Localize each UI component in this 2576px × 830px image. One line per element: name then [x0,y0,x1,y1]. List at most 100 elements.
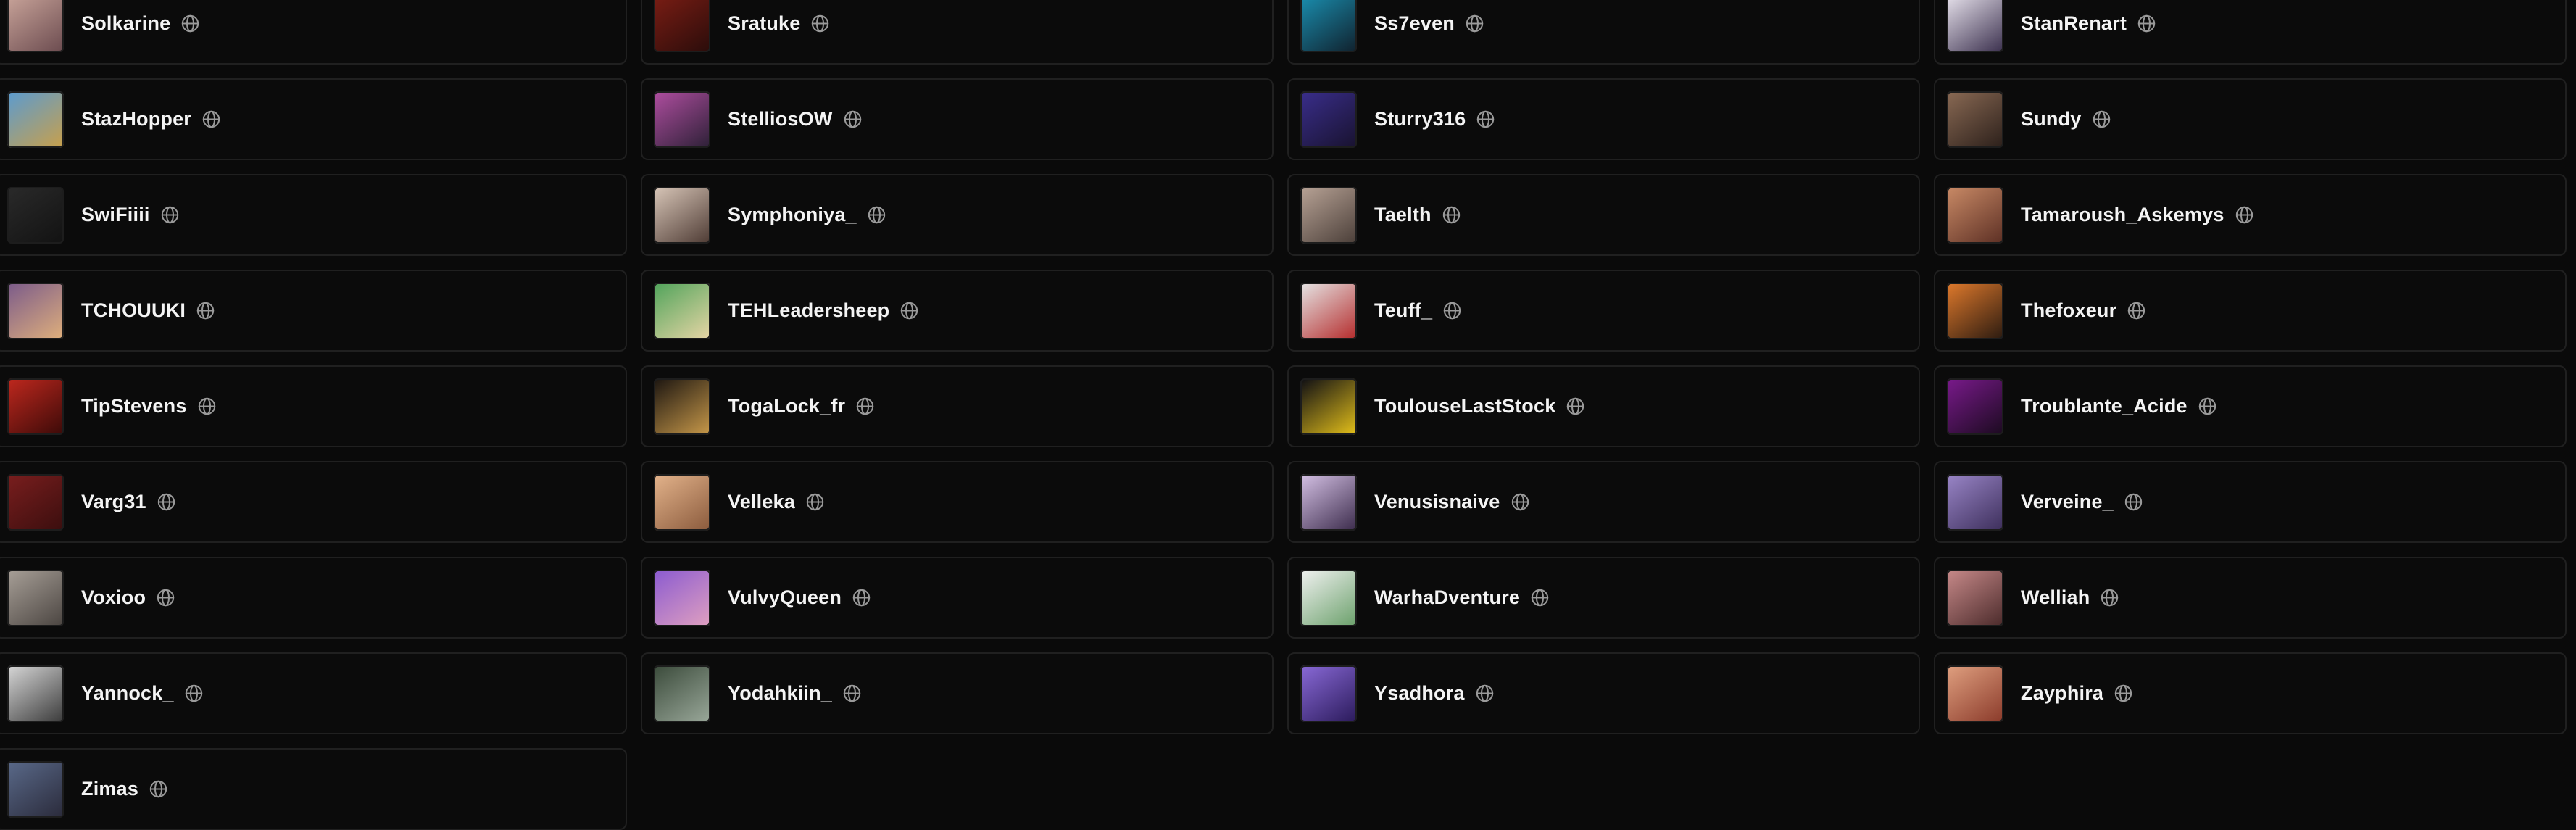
globe-icon[interactable] [2198,397,2217,416]
globe-icon[interactable] [2100,588,2119,607]
globe-icon[interactable] [157,492,176,512]
streamer-avatar [654,0,710,52]
streamer-card[interactable]: StazHopper [0,78,627,160]
streamer-avatar [7,473,64,531]
streamer-grid: Solkarine Sratuke Ss7even StanRenart Sta… [0,0,2576,830]
streamer-card[interactable]: SwiFiiii [0,174,627,256]
globe-icon[interactable] [810,14,830,33]
streamer-avatar [1300,282,1357,339]
globe-icon[interactable] [196,301,215,320]
streamer-avatar [1300,473,1357,531]
streamer-avatar [1947,569,2003,626]
streamer-card[interactable]: Sundy [1934,78,2567,160]
streamer-card[interactable]: Tamaroush_Askemys [1934,174,2567,256]
globe-icon[interactable] [2127,301,2146,320]
streamer-card[interactable]: Solkarine [0,0,627,65]
streamer-avatar [654,91,710,148]
globe-icon[interactable] [867,205,886,225]
streamer-card[interactable]: VulvyQueen [641,557,1274,639]
streamer-avatar [1300,186,1357,244]
streamer-card[interactable]: Ss7even [1287,0,1920,65]
streamer-name: Zayphira [2021,682,2104,704]
streamer-card[interactable]: Zimas [0,748,627,830]
streamer-name: WarhaDventure [1374,586,1521,608]
streamer-avatar [7,282,64,339]
streamer-avatar [7,760,64,818]
streamer-card[interactable]: ToulouseLastStock [1287,365,1920,447]
streamer-card[interactable]: Verveine_ [1934,461,2567,543]
globe-icon[interactable] [1442,301,1462,320]
globe-icon[interactable] [1465,14,1484,33]
globe-icon[interactable] [1476,109,1495,129]
globe-icon[interactable] [2114,684,2133,703]
streamer-name: Thefoxeur [2021,299,2117,321]
globe-icon[interactable] [197,397,217,416]
streamer-card[interactable]: TCHOUUKI [0,270,627,352]
globe-icon[interactable] [899,301,919,320]
globe-icon[interactable] [1442,205,1461,225]
streamer-card[interactable]: Venusisnaive [1287,461,1920,543]
streamer-card[interactable]: TogaLock_fr [641,365,1274,447]
globe-icon[interactable] [160,205,180,225]
streamer-name: Voxioo [81,586,146,608]
streamer-avatar [1300,569,1357,626]
globe-icon[interactable] [1475,684,1495,703]
streamer-card[interactable]: Velleka [641,461,1274,543]
globe-icon[interactable] [805,492,825,512]
streamer-name: Troublante_Acide [2021,395,2187,417]
streamer-avatar [654,282,710,339]
globe-icon[interactable] [852,588,871,607]
streamer-card[interactable]: Teuff_ [1287,270,1920,352]
streamer-card[interactable]: Varg31 [0,461,627,543]
streamer-card[interactable]: TEHLeadersheep [641,270,1274,352]
streamer-card[interactable]: Taelth [1287,174,1920,256]
streamer-avatar [7,0,64,52]
globe-icon[interactable] [2124,492,2143,512]
globe-icon[interactable] [843,109,863,129]
streamer-card[interactable]: Yannock_ [0,652,627,734]
streamer-card[interactable]: StanRenart [1934,0,2567,65]
streamer-avatar [654,665,710,722]
streamer-card[interactable]: StelliosOW [641,78,1274,160]
streamer-name: Ysadhora [1374,682,1465,704]
streamer-avatar [1947,473,2003,531]
streamer-avatar [1300,378,1357,435]
streamer-card[interactable]: Thefoxeur [1934,270,2567,352]
globe-icon[interactable] [2235,205,2254,225]
globe-icon[interactable] [156,588,175,607]
streamer-card[interactable]: Troublante_Acide [1934,365,2567,447]
streamer-avatar [7,91,64,148]
streamer-card[interactable]: WarhaDventure [1287,557,1920,639]
streamer-card[interactable]: Sturry316 [1287,78,1920,160]
streamer-name: VulvyQueen [728,586,842,608]
streamer-card[interactable]: Welliah [1934,557,2567,639]
streamer-name: Sturry316 [1374,108,1466,130]
globe-icon[interactable] [201,109,221,129]
globe-icon[interactable] [180,14,200,33]
streamer-card[interactable]: Zayphira [1934,652,2567,734]
streamer-avatar [1947,91,2003,148]
globe-icon[interactable] [184,684,204,703]
globe-icon[interactable] [1566,397,1585,416]
streamer-card[interactable]: Voxioo [0,557,627,639]
globe-icon[interactable] [855,397,875,416]
streamer-card[interactable]: Yodahkiin_ [641,652,1274,734]
streamer-card[interactable]: Symphoniya_ [641,174,1274,256]
streamer-name: Teuff_ [1374,299,1433,321]
streamer-name: Yodahkiin_ [728,682,833,704]
streamer-card[interactable]: Ysadhora [1287,652,1920,734]
streamer-avatar [1300,665,1357,722]
streamer-card[interactable]: TipStevens [0,365,627,447]
globe-icon[interactable] [1530,588,1550,607]
streamer-card[interactable]: Sratuke [641,0,1274,65]
streamer-name: TEHLeadersheep [728,299,890,321]
globe-icon[interactable] [842,684,862,703]
streamer-avatar [654,186,710,244]
streamer-name: Welliah [2021,586,2090,608]
streamer-name: Yannock_ [81,682,174,704]
streamer-name: Ss7even [1374,12,1455,34]
globe-icon[interactable] [2137,14,2156,33]
globe-icon[interactable] [149,779,168,799]
globe-icon[interactable] [1511,492,1530,512]
globe-icon[interactable] [2092,109,2111,129]
